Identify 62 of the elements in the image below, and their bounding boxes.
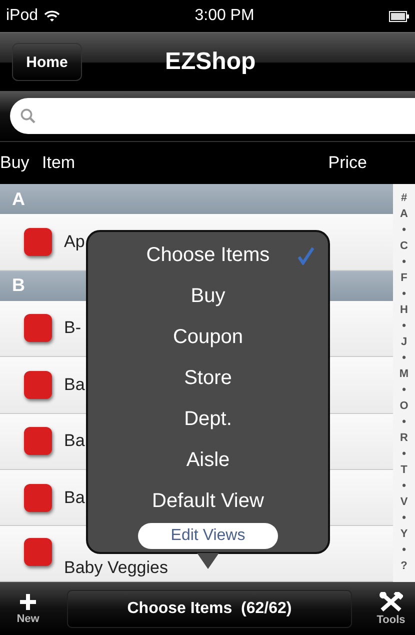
buy-checkbox[interactable] bbox=[24, 484, 52, 512]
plus-icon bbox=[19, 592, 37, 610]
menu-option[interactable]: Coupon bbox=[88, 317, 328, 358]
app-title: EZShop bbox=[165, 48, 256, 76]
menu-option[interactable]: Choose Items bbox=[88, 235, 328, 276]
buy-checkbox[interactable] bbox=[24, 427, 52, 456]
menu-option[interactable]: Buy bbox=[88, 276, 328, 317]
home-button[interactable]: Home bbox=[12, 43, 82, 81]
index-letter[interactable]: V bbox=[400, 494, 408, 510]
index-letter[interactable]: C bbox=[400, 238, 408, 254]
section-letter: B bbox=[12, 275, 25, 296]
section-letter: A bbox=[12, 188, 25, 210]
buy-checkbox[interactable] bbox=[24, 228, 52, 256]
search-field[interactable] bbox=[10, 98, 415, 134]
index-letter[interactable]: R bbox=[400, 430, 408, 446]
tools-button[interactable]: Tools bbox=[371, 592, 411, 626]
index-letter[interactable]: M bbox=[399, 366, 409, 382]
buy-checkbox[interactable] bbox=[24, 538, 52, 566]
index-letter[interactable]: • bbox=[402, 350, 406, 366]
item-name: Ba bbox=[64, 488, 85, 508]
index-letter[interactable]: • bbox=[402, 446, 406, 462]
new-button[interactable]: New bbox=[8, 592, 48, 624]
index-letter[interactable]: J bbox=[400, 334, 408, 350]
index-letter[interactable]: • bbox=[402, 478, 406, 494]
menu-option[interactable]: Aisle bbox=[88, 440, 328, 481]
item-name: Ba bbox=[64, 431, 85, 452]
battery-icon bbox=[389, 10, 409, 22]
item-name: B- bbox=[64, 318, 81, 338]
index-letter[interactable]: • bbox=[402, 318, 406, 334]
index-letter[interactable]: Y bbox=[400, 526, 408, 542]
index-letter[interactable]: H bbox=[400, 302, 408, 318]
item-name: Ba bbox=[64, 374, 85, 395]
buy-checkbox[interactable] bbox=[24, 314, 52, 342]
column-header: Item bbox=[42, 153, 76, 173]
index-letter[interactable]: • bbox=[402, 414, 406, 430]
index-letter[interactable]: A bbox=[400, 206, 408, 222]
index-letter[interactable]: O bbox=[400, 398, 408, 414]
buy-checkbox[interactable] bbox=[24, 370, 52, 399]
index-letter[interactable]: F bbox=[400, 270, 408, 286]
index-letter[interactable]: • bbox=[402, 510, 406, 526]
tools-icon bbox=[379, 592, 403, 612]
carrier-label: iPod bbox=[6, 7, 38, 25]
menu-option[interactable]: Dept. bbox=[88, 399, 328, 440]
search-icon bbox=[20, 108, 36, 124]
column-header: Buy bbox=[0, 153, 30, 173]
item-name: Ap bbox=[64, 232, 85, 252]
status-time: 3:00 PM bbox=[194, 7, 254, 25]
index-letter[interactable]: • bbox=[402, 382, 406, 398]
index-letter[interactable]: T bbox=[400, 462, 408, 478]
menu-option[interactable]: Default View bbox=[88, 481, 328, 522]
index-letter[interactable]: • bbox=[402, 542, 406, 558]
choose-items-button[interactable]: Choose Items (62/62) bbox=[67, 590, 352, 628]
edit-views-button[interactable]: Edit Views bbox=[138, 523, 278, 549]
wifi-icon bbox=[44, 10, 60, 22]
index-letter[interactable]: • bbox=[402, 286, 406, 302]
column-header: Price bbox=[328, 153, 367, 173]
index-letter[interactable]: ? bbox=[400, 558, 408, 574]
menu-option[interactable]: Store bbox=[88, 358, 328, 399]
index-letter[interactable]: • bbox=[402, 254, 406, 270]
item-name: Baby Veggies bbox=[64, 558, 168, 578]
index-letter[interactable]: • bbox=[402, 222, 406, 238]
index-letter[interactable]: # bbox=[400, 190, 408, 206]
